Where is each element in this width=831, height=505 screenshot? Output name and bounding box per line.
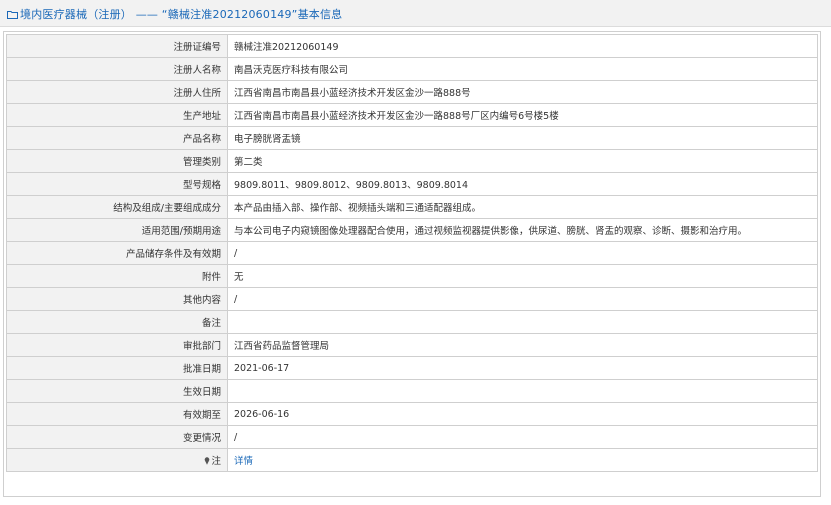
field-label: 生产地址 xyxy=(6,103,228,127)
table-row: 型号规格 9809.8011、9809.8012、9809.8013、9809.8… xyxy=(6,172,818,196)
field-label: 注册人名称 xyxy=(6,57,228,81)
table-row: 有效期至 2026-06-16 xyxy=(6,402,818,426)
field-value: / xyxy=(227,287,818,311)
detail-table: 注册证编号 赣械注准20212060149 注册人名称 南昌沃克医疗科技有限公司 注册人… xyxy=(6,34,818,472)
table-row: 备注 xyxy=(6,310,818,334)
field-label: 备注 xyxy=(6,310,228,334)
note-label: 注 xyxy=(211,456,221,467)
field-label-note: 注 xyxy=(6,448,228,472)
field-value xyxy=(227,379,818,403)
table-row: 注册人名称 南昌沃克医疗科技有限公司 xyxy=(6,57,818,81)
field-value: / xyxy=(227,241,818,265)
page-header: 境内医疗器械（注册） —— “赣械注准20212060149”基本信息 xyxy=(0,0,831,27)
table-row: 批准日期 2021-06-17 xyxy=(6,356,818,380)
field-value: 江西省南昌市南昌县小蓝经济技术开发区金沙一路888号 xyxy=(227,80,818,104)
field-value: 与本公司电子内窥镜图像处理器配合使用，通过视频监视器提供影像，供尿道、膀胱、肾盂… xyxy=(227,218,818,242)
field-value: 赣械注准20212060149 xyxy=(227,34,818,58)
table-row: 产品名称 电子膀胱肾盂镜 xyxy=(6,126,818,150)
table-row: 注册证编号 赣械注准20212060149 xyxy=(6,34,818,58)
field-value-note: 详情 xyxy=(227,448,818,472)
field-label: 注册证编号 xyxy=(6,34,228,58)
field-value: 江西省南昌市南昌县小蓝经济技术开发区金沙一路888号厂区内编号6号楼5楼 xyxy=(227,103,818,127)
field-value: 本产品由插入部、操作部、视频插头端和三通适配器组成。 xyxy=(227,195,818,219)
table-row: 生效日期 xyxy=(6,379,818,403)
field-label: 生效日期 xyxy=(6,379,228,403)
page-title: 境内医疗器械（注册） —— “赣械注准20212060149”基本信息 xyxy=(7,6,342,22)
field-label: 有效期至 xyxy=(6,402,228,426)
table-row: 管理类别 第二类 xyxy=(6,149,818,173)
folder-icon xyxy=(7,11,18,19)
field-value: 江西省药品监督管理局 xyxy=(227,333,818,357)
details-link[interactable]: 详情 xyxy=(234,456,253,467)
field-value: 2021-06-17 xyxy=(227,356,818,380)
field-value: 9809.8011、9809.8012、9809.8013、9809.8014 xyxy=(227,172,818,196)
field-value: 第二类 xyxy=(227,149,818,173)
field-label: 产品储存条件及有效期 xyxy=(6,241,228,265)
table-row: 注册人住所 江西省南昌市南昌县小蓝经济技术开发区金沙一路888号 xyxy=(6,80,818,104)
table-row: 变更情况 / xyxy=(6,425,818,449)
field-label: 审批部门 xyxy=(6,333,228,357)
field-value xyxy=(227,310,818,334)
field-value: 电子膀胱肾盂镜 xyxy=(227,126,818,150)
table-row: 生产地址 江西省南昌市南昌县小蓝经济技术开发区金沙一路888号厂区内编号6号楼5楼 xyxy=(6,103,818,127)
pin-icon xyxy=(205,457,210,465)
field-label: 适用范围/预期用途 xyxy=(6,218,228,242)
field-value: / xyxy=(227,425,818,449)
table-row-note: 注 详情 xyxy=(6,448,818,472)
field-value: 2026-06-16 xyxy=(227,402,818,426)
field-value: 无 xyxy=(227,264,818,288)
field-label: 附件 xyxy=(6,264,228,288)
table-row: 其他内容 / xyxy=(6,287,818,311)
field-label: 变更情况 xyxy=(6,425,228,449)
field-label: 批准日期 xyxy=(6,356,228,380)
table-row: 结构及组成/主要组成成分 本产品由插入部、操作部、视频插头端和三通适配器组成。 xyxy=(6,195,818,219)
field-value: 南昌沃克医疗科技有限公司 xyxy=(227,57,818,81)
field-label: 结构及组成/主要组成成分 xyxy=(6,195,228,219)
field-label: 注册人住所 xyxy=(6,80,228,104)
table-row: 产品储存条件及有效期 / xyxy=(6,241,818,265)
field-label: 型号规格 xyxy=(6,172,228,196)
page-title-text: 境内医疗器械（注册） —— “赣械注准20212060149”基本信息 xyxy=(20,8,343,21)
table-row: 适用范围/预期用途 与本公司电子内窥镜图像处理器配合使用，通过视频监视器提供影像，… xyxy=(6,218,818,242)
field-label: 产品名称 xyxy=(6,126,228,150)
table-row: 审批部门 江西省药品监督管理局 xyxy=(6,333,818,357)
table-row: 附件无 xyxy=(6,264,818,288)
field-label: 其他内容 xyxy=(6,287,228,311)
field-label: 管理类别 xyxy=(6,149,228,173)
